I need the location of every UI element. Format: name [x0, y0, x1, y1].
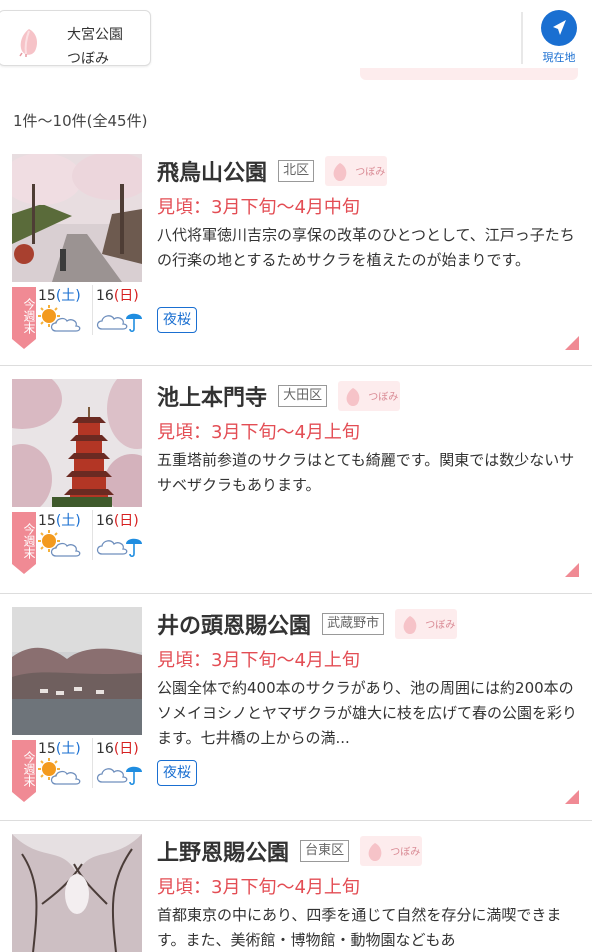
sakura-bud-icon [368, 843, 382, 861]
spot-description: 首都東京の中にあり、四季を通じて自然を存分に満喫できます。また、美術館・博物館・… [157, 906, 562, 949]
spot-photo [12, 154, 142, 282]
corner-triangle-icon [565, 563, 579, 577]
peak-season: 見頃：3月下旬〜4月上旬 [157, 877, 360, 898]
spot-title-row: 飛鳥山公園 北区 つぼみ [157, 155, 388, 187]
ward-label: 大田区 [278, 385, 328, 407]
weather-day-sun: 16(日) [92, 285, 146, 335]
spot-description: 五重塔前参道のサクラはとても綺麗です。関東では数少ないササベザクラもあります。 [157, 451, 575, 494]
sunny-then-cloudy-icon [38, 530, 81, 557]
peak-season: 見頃：3月下旬〜4月中旬 [157, 197, 360, 218]
spot-card[interactable]: 今週末 15(土) 16(日) 池上本門寺 大田区 つぼみ 見頃：3月下旬〜4月… [0, 366, 592, 594]
location-selector[interactable]: 大宮公園 つぼみ [0, 10, 151, 67]
spot-card[interactable]: 上野恩賜公園 台東区 つぼみ 見頃：3月下旬〜4月上旬 首都東京の中にあり、四季… [0, 821, 592, 952]
spot-title-row: 上野恩賜公園 台東区 つぼみ [157, 835, 423, 867]
night-sakura-tag: 夜桜 [157, 307, 197, 333]
spot-name[interactable]: 井の頭恩賜公園 [157, 608, 311, 640]
ward-label: 台東区 [300, 840, 350, 862]
spot-card[interactable]: 今週末 15(土) 16(日) 井の頭恩賜公園 武蔵野市 つぼみ 見頃：3月下旬… [0, 594, 592, 821]
location-bloom-status: つぼみ [67, 51, 109, 67]
spot-description: 八代将軍徳川吉宗の享保の改革のひとつとして、江戸っ子たちの行楽の地とするためサク… [157, 226, 575, 269]
spot-title-row: 池上本門寺 大田区 つぼみ [157, 380, 401, 412]
corner-triangle-icon [565, 336, 579, 350]
spot-name[interactable]: 池上本門寺 [157, 380, 267, 412]
peak-season: 見頃：3月下旬〜4月上旬 [157, 422, 360, 443]
this-weekend-badge: 今週末 [12, 287, 36, 349]
cloudy-then-rain-icon [96, 766, 142, 786]
spot-description: 公園全体で約400本のサクラがあり、池の周囲には約200本のソメイヨシノとヤマザ… [157, 679, 578, 747]
night-sakura-tag: 夜桜 [157, 760, 197, 786]
result-count: 1件〜10件(全45件) [13, 112, 148, 130]
ward-label: 北区 [278, 160, 315, 182]
current-location-button[interactable]: 現在地 [536, 8, 582, 68]
weather-day-sat: 15(土) [38, 510, 92, 560]
this-weekend-badge: 今週末 [12, 740, 36, 802]
spot-name[interactable]: 上野恩賜公園 [157, 835, 289, 867]
sunny-then-cloudy-icon [38, 758, 81, 785]
sakura-bud-icon [333, 163, 347, 181]
peak-season: 見頃：3月下旬〜4月上旬 [157, 650, 360, 671]
weather-day-sun: 16(日) [92, 738, 146, 788]
sunny-then-cloudy-icon [38, 305, 81, 332]
sakura-bud-icon [403, 616, 417, 634]
bloom-status-badge: つぼみ [360, 836, 423, 866]
ward-label: 武蔵野市 [322, 613, 385, 635]
navigation-arrow-icon [541, 10, 577, 46]
sakura-bud-icon [346, 388, 360, 406]
bloom-status-badge: つぼみ [338, 381, 401, 411]
bloom-status-badge: つぼみ [325, 156, 388, 186]
bloom-status-badge: つぼみ [395, 609, 458, 639]
corner-triangle-icon [565, 790, 579, 804]
location-name: 大宮公園 [67, 27, 123, 43]
spot-photo [12, 834, 142, 952]
weather-day-sat: 15(土) [38, 285, 92, 335]
header-divider [521, 12, 523, 64]
spot-photo [12, 607, 142, 735]
header-accent-strip [360, 68, 578, 80]
spot-card[interactable]: 今週末 15(土) 16(日) 飛鳥山公園 北区 つぼみ 見頃：3月下旬〜4月中… [0, 140, 592, 366]
spot-name[interactable]: 飛鳥山公園 [157, 155, 267, 187]
spot-photo [12, 379, 142, 507]
cloudy-then-rain-icon [96, 538, 142, 558]
current-location-label: 現在地 [542, 51, 576, 64]
header: 大宮公園 つぼみ 現在地 [0, 0, 592, 80]
cloudy-then-rain-icon [96, 313, 142, 333]
sakura-bud-icon [19, 29, 37, 57]
spot-title-row: 井の頭恩賜公園 武蔵野市 つぼみ [157, 608, 458, 640]
this-weekend-badge: 今週末 [12, 512, 36, 574]
weather-day-sat: 15(土) [38, 738, 92, 788]
weather-day-sun: 16(日) [92, 510, 146, 560]
